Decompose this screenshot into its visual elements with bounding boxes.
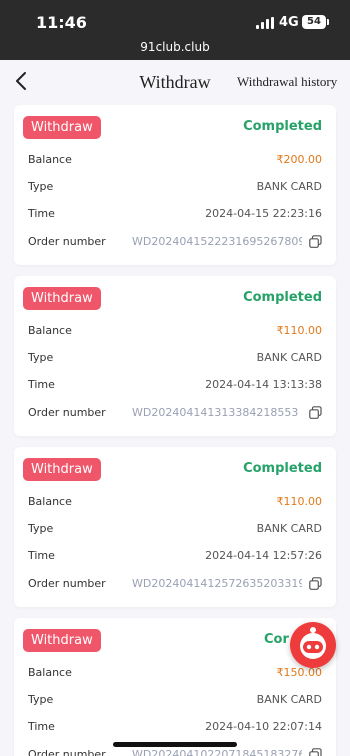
balance-row: Balance ₹200.00: [28, 153, 322, 169]
balance-row: Balance ₹150.00: [28, 666, 322, 682]
withdraw-tag: Withdraw: [23, 287, 101, 310]
balance-label: Balance: [28, 666, 72, 679]
time-value: 2024-04-14 13:13:38: [205, 378, 322, 391]
status-label: Completed: [243, 119, 322, 134]
status-bar: 11:46 4G 54 91club.club: [0, 0, 350, 60]
order-label: Order number: [28, 748, 106, 756]
order-label: Order number: [28, 406, 106, 419]
status-label: Completed: [243, 461, 322, 476]
copy-icon[interactable]: [309, 406, 322, 419]
time-label: Time: [28, 549, 55, 562]
order-value: WD2024041522231695267809c: [132, 235, 302, 248]
type-row: Type BANK CARD: [28, 522, 322, 538]
network-type: 4G: [279, 15, 299, 30]
order-value: WD2024041412572635203319a: [132, 577, 302, 590]
withdraw-record-card[interactable]: Withdraw Completed Balance ₹200.00 Type …: [14, 105, 336, 265]
order-row: Order number WD202404141313384218553 8b: [28, 406, 322, 422]
type-label: Type: [28, 693, 54, 706]
chat-bot-icon: [300, 627, 326, 659]
copy-icon[interactable]: [309, 235, 322, 248]
chat-support-button[interactable]: [290, 622, 336, 668]
status-label: Cor: [264, 632, 289, 647]
order-label: Order number: [28, 577, 106, 590]
time-value: 2024-04-14 12:57:26: [205, 549, 322, 562]
withdraw-record-card[interactable]: Withdraw Cor Balance ₹150.00 Type BANK C…: [14, 618, 336, 756]
page-header: Withdraw Withdrawal history: [0, 60, 350, 102]
balance-value: ₹200.00: [276, 153, 323, 166]
balance-label: Balance: [28, 153, 72, 166]
signal-icon: [256, 17, 274, 29]
type-label: Type: [28, 522, 54, 535]
type-value: BANK CARD: [256, 180, 322, 193]
order-row: Order number WD2024041022071845183276e: [28, 748, 322, 756]
page-title: Withdraw: [139, 72, 211, 92]
order-value: WD2024041022071845183276e: [132, 748, 302, 756]
order-value: WD202404141313384218553 8b: [132, 406, 302, 419]
withdraw-tag: Withdraw: [23, 629, 101, 652]
time-row: Time 2024-04-14 12:57:26: [28, 549, 322, 565]
back-arrow-icon[interactable]: [12, 70, 32, 92]
url-bar[interactable]: 91club.club: [0, 40, 350, 54]
order-row: Order number WD2024041522231695267809c: [28, 235, 322, 251]
balance-value: ₹110.00: [276, 495, 323, 508]
type-label: Type: [28, 351, 54, 364]
time-value: 2024-04-10 22:07:14: [205, 720, 322, 733]
withdraw-record-card[interactable]: Withdraw Completed Balance ₹110.00 Type …: [14, 276, 336, 436]
withdraw-tag: Withdraw: [23, 116, 101, 139]
time-row: Time 2024-04-14 13:13:38: [28, 378, 322, 394]
time-label: Time: [28, 378, 55, 391]
balance-value: ₹110.00: [276, 324, 323, 337]
withdraw-tag: Withdraw: [23, 458, 101, 481]
balance-label: Balance: [28, 495, 72, 508]
type-value: BANK CARD: [256, 522, 322, 535]
withdrawal-history-link[interactable]: Withdrawal history: [237, 74, 337, 90]
type-row: Type BANK CARD: [28, 180, 322, 196]
copy-icon[interactable]: [309, 577, 322, 590]
type-row: Type BANK CARD: [28, 351, 322, 367]
type-label: Type: [28, 180, 54, 193]
clock: 11:46: [36, 13, 87, 32]
balance-label: Balance: [28, 324, 72, 337]
home-indicator[interactable]: [113, 742, 237, 747]
time-value: 2024-04-15 22:23:16: [205, 207, 322, 220]
time-label: Time: [28, 207, 55, 220]
withdraw-record-card[interactable]: Withdraw Completed Balance ₹110.00 Type …: [14, 447, 336, 607]
balance-row: Balance ₹110.00: [28, 495, 322, 511]
time-label: Time: [28, 720, 55, 733]
time-row: Time 2024-04-10 22:07:14: [28, 720, 322, 736]
time-row: Time 2024-04-15 22:23:16: [28, 207, 322, 223]
battery-icon: 54: [302, 15, 329, 29]
type-row: Type BANK CARD: [28, 693, 322, 709]
balance-row: Balance ₹110.00: [28, 324, 322, 340]
order-row: Order number WD2024041412572635203319a: [28, 577, 322, 593]
copy-icon[interactable]: [309, 748, 322, 756]
order-label: Order number: [28, 235, 106, 248]
type-value: BANK CARD: [256, 693, 322, 706]
type-value: BANK CARD: [256, 351, 322, 364]
status-label: Completed: [243, 290, 322, 305]
